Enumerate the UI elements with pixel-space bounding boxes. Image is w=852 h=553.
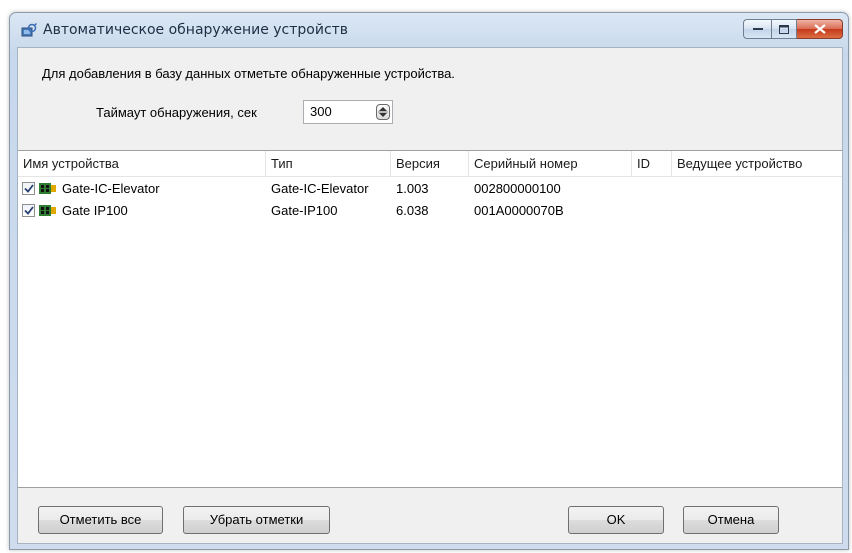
- cell-type: Gate-IC-Elevator: [271, 181, 369, 196]
- cell-version: 6.038: [396, 203, 429, 218]
- cell-serial: 002800000100: [474, 181, 561, 196]
- dialog-content: Для добавления в базу данных отметьте об…: [17, 47, 843, 544]
- checkmark-icon: [23, 184, 34, 193]
- device-search-icon: [21, 23, 37, 37]
- cell-name: Gate-IC-Elevator: [62, 181, 160, 196]
- uncheck-all-button[interactable]: Убрать отметки: [183, 506, 330, 534]
- col-header-master[interactable]: Ведущее устройство: [672, 151, 842, 177]
- table-row[interactable]: Gate IP100 Gate-IP100 6.038 001A0000070B: [18, 200, 842, 222]
- row-checkbox[interactable]: [22, 204, 35, 217]
- list-header: Имя устройства Тип Версия Серийный номер…: [18, 151, 842, 177]
- timeout-spinner[interactable]: [376, 104, 390, 120]
- col-header-version[interactable]: Версия: [391, 151, 469, 177]
- device-board-icon: [39, 205, 56, 216]
- cell-name: Gate IP100: [62, 203, 128, 218]
- table-row[interactable]: Gate-IC-Elevator Gate-IC-Elevator 1.003 …: [18, 178, 842, 200]
- cell-serial: 001A0000070B: [474, 203, 564, 218]
- window-title: Автоматическое обнаружение устройств: [43, 22, 349, 38]
- col-header-type[interactable]: Тип: [266, 151, 391, 177]
- close-icon: [813, 24, 826, 34]
- title-bar[interactable]: Автоматическое обнаружение устройств: [10, 13, 848, 47]
- timeout-label: Таймаут обнаружения, сек: [96, 105, 257, 120]
- cell-version: 1.003: [396, 181, 429, 196]
- maximize-icon: [779, 24, 789, 34]
- device-list[interactable]: Имя устройства Тип Версия Серийный номер…: [18, 150, 842, 488]
- cell-type: Gate-IP100: [271, 203, 338, 218]
- cancel-button[interactable]: Отмена: [683, 506, 779, 534]
- close-button[interactable]: [797, 19, 843, 39]
- col-header-name[interactable]: Имя устройства: [18, 151, 266, 177]
- ok-button[interactable]: OK: [568, 506, 664, 534]
- device-board-icon: [39, 183, 56, 194]
- hint-text: Для добавления в базу данных отметьте об…: [42, 66, 455, 81]
- check-all-button[interactable]: Отметить все: [38, 506, 163, 534]
- col-header-serial[interactable]: Серийный номер: [469, 151, 632, 177]
- minimize-button[interactable]: [743, 19, 771, 39]
- timeout-value[interactable]: 300: [310, 104, 332, 119]
- maximize-button[interactable]: [771, 19, 797, 39]
- timeout-stepper[interactable]: 300: [303, 100, 393, 124]
- checkmark-icon: [23, 206, 34, 215]
- row-checkbox[interactable]: [22, 182, 35, 195]
- col-header-id[interactable]: ID: [632, 151, 672, 177]
- dialog-window: Автоматическое обнаружение устройств Для…: [9, 12, 849, 550]
- minimize-icon: [752, 28, 763, 30]
- spinner-arrows-icon: [378, 107, 388, 117]
